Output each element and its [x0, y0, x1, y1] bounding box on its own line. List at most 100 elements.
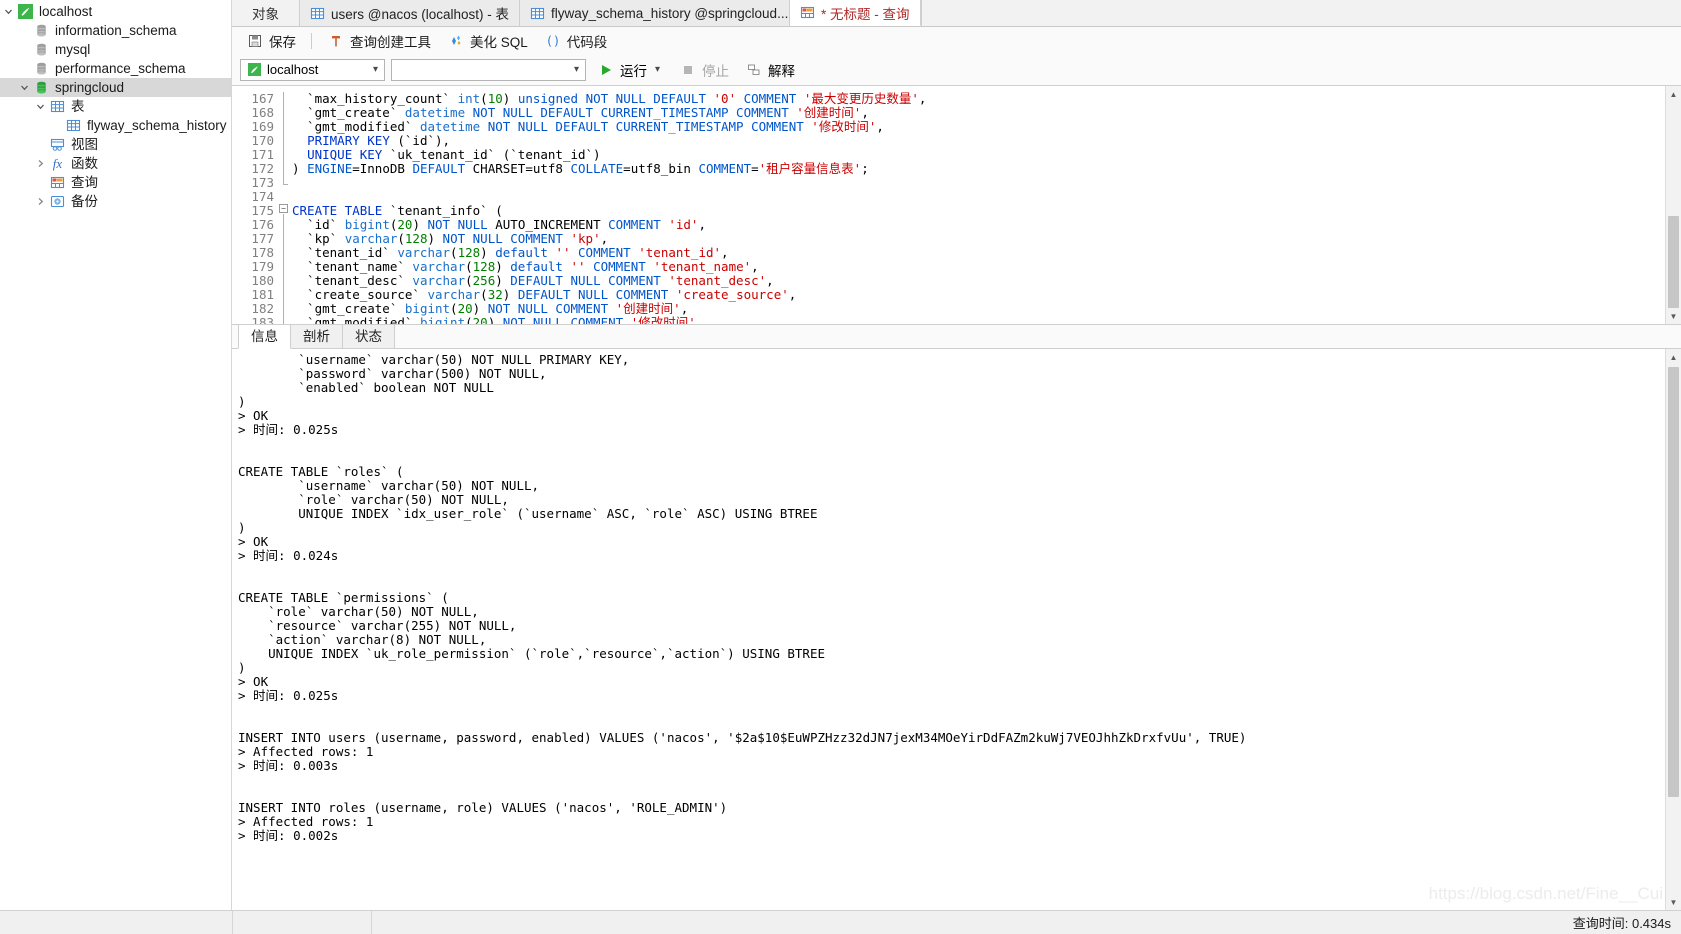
explain-button[interactable]: 解释	[740, 58, 800, 82]
editor-pane: 对象 users @nacos (localhost) - 表 flyway_sc…	[232, 0, 1681, 910]
connection-toolbar[interactable]: localhost ▾ ▾ 运行 ▾ 停止 解释	[232, 54, 1681, 86]
scroll-up-arrow-icon[interactable]: ▲	[1666, 86, 1681, 102]
chevron-down-icon[interactable]	[32, 97, 48, 116]
tree-item-label: springcloud	[55, 80, 125, 95]
sql-editor[interactable]: 167 168 169 170 171 172 173 174 175 176 177 178 179 1…	[232, 86, 1665, 324]
query-toolbar[interactable]: 保存 查询创建工具 美化 SQL () 代码段	[232, 27, 1681, 54]
results-tab[interactable]: 信息	[238, 322, 291, 349]
line-number: 172	[251, 161, 274, 176]
toolbar-separator	[311, 32, 312, 49]
query-icon	[798, 5, 816, 20]
tree-item-label: mysql	[55, 42, 91, 57]
database-tree[interactable]: localhost information_schemamysql performa…	[0, 2, 231, 211]
editor-vertical-scrollbar[interactable]: ▲ ▼	[1665, 86, 1681, 324]
tree-item-表[interactable]: 表	[0, 97, 231, 116]
tree-item-查询[interactable]: 查询	[0, 173, 231, 192]
run-button[interactable]: 运行 ▾	[592, 58, 668, 82]
document-tab[interactable]: * 无标题 - 查询	[790, 0, 921, 26]
line-number: 175	[251, 203, 274, 218]
line-number: 168	[251, 105, 274, 120]
line-number: 183	[251, 315, 274, 325]
code-line[interactable]: `gmt modified` bigint(20) NOT NULL COMME…	[292, 316, 1665, 325]
tree-item-performance_schema[interactable]: performance_schema	[0, 59, 231, 78]
code-line[interactable]: `gmt_create` bigint(20) NOT NULL COMMENT…	[292, 302, 1665, 316]
code-line[interactable]: `create_source` varchar(32) DEFAULT NULL…	[292, 288, 1665, 302]
message-log[interactable]: `username` varchar(50) NOT NULL PRIMARY …	[232, 349, 1665, 910]
line-number: 174	[251, 189, 274, 204]
object-tree-sidebar[interactable]: localhost information_schemamysql performa…	[0, 0, 232, 910]
results-tab[interactable]: 状态	[342, 322, 395, 348]
chevron-down-icon[interactable]: ▾	[370, 64, 381, 75]
code-line[interactable]: PRIMARY KEY (`id`),	[292, 134, 1665, 148]
document-tab[interactable]: flyway_schema_history @springcloud...	[520, 0, 791, 26]
line-number: 173	[251, 175, 274, 190]
tree-item-label: 查询	[71, 175, 98, 190]
log-scroll-up-arrow-icon[interactable]: ▲	[1666, 349, 1681, 365]
connection-value: localhost	[267, 62, 319, 77]
database-select[interactable]: ▾	[391, 58, 586, 81]
query-builder-label: 查询创建工具	[350, 34, 431, 50]
run-label: 运行	[620, 63, 647, 79]
tree-item-mysql[interactable]: mysql	[0, 40, 231, 59]
beautify-icon	[447, 34, 465, 48]
chevron-right-icon[interactable]	[32, 154, 48, 173]
stop-button[interactable]: 停止	[674, 58, 734, 82]
status-left-cell	[0, 911, 232, 934]
beautify-sql-button[interactable]: 美化 SQL	[441, 29, 534, 53]
tree-item-视图[interactable]: 视图	[0, 135, 231, 154]
code-line[interactable]: `tenant_name` varchar(128) default '' CO…	[292, 260, 1665, 274]
objects-tab[interactable]: 对象	[232, 0, 300, 26]
database-icon	[32, 61, 50, 76]
code-line[interactable]: UNIQUE KEY `uk_tenant_id` (`tenant_id`)	[292, 148, 1665, 162]
tree-item-flyway_schema_history[interactable]: flyway_schema_history	[0, 116, 231, 135]
chevron-down-icon[interactable]	[0, 2, 16, 21]
status-bar: 查询时间: 0.434s	[0, 910, 1681, 934]
tree-item-label: performance_schema	[55, 61, 186, 76]
log-scroll-down-arrow-icon[interactable]: ▼	[1666, 894, 1681, 910]
tree-item-localhost[interactable]: localhost	[0, 2, 231, 21]
code-line[interactable]: `tenant_desc` varchar(256) DEFAULT NULL …	[292, 274, 1665, 288]
connection-select[interactable]: localhost ▾	[240, 58, 385, 81]
log-scroll-thumb[interactable]	[1668, 367, 1679, 797]
log-area[interactable]: `username` varchar(50) NOT NULL PRIMARY …	[232, 349, 1681, 910]
code-line[interactable]: `max_history_count` int(10) unsigned NOT…	[292, 92, 1665, 106]
fold-toggle-icon[interactable]: −	[279, 204, 288, 213]
open-tabs[interactable]: users @nacos (localhost) - 表 flyway_schem…	[300, 0, 921, 26]
code-line[interactable]: `gmt_modified` datetime NOT NULL DEFAULT…	[292, 120, 1665, 134]
code-line[interactable]	[292, 190, 1665, 204]
code-line[interactable]: `kp` varchar(128) NOT NULL COMMENT 'kp',	[292, 232, 1665, 246]
code-line[interactable]: `tenant_id` varchar(128) default '' COMM…	[292, 246, 1665, 260]
tree-item-备份[interactable]: 备份	[0, 192, 231, 211]
code-fold-column[interactable]: −	[278, 86, 292, 324]
document-tabbar[interactable]: 对象 users @nacos (localhost) - 表 flyway_sc…	[232, 0, 1681, 27]
fold-end-marker	[283, 184, 288, 185]
code-line[interactable]: ) ENGINE=InnoDB DEFAULT CHARSET=utf8 COL…	[292, 162, 1665, 176]
chevron-right-icon[interactable]	[32, 192, 48, 211]
stop-label: 停止	[702, 63, 730, 79]
fold-guide-line-top	[283, 92, 284, 184]
document-tab[interactable]: users @nacos (localhost) - 表	[300, 0, 521, 26]
tree-item-函数[interactable]: fx 函数	[0, 154, 231, 173]
sql-editor-container[interactable]: 167 168 169 170 171 172 173 174 175 176 177 178 179 1…	[232, 86, 1681, 325]
results-tab[interactable]: 剖析	[290, 322, 343, 348]
run-dropdown-icon[interactable]: ▾	[652, 64, 663, 75]
tabbar-empty-space	[920, 0, 1681, 26]
results-tabbar[interactable]: 信息 剖析 状态	[232, 322, 1681, 349]
chevron-down-icon[interactable]	[16, 78, 32, 97]
log-vertical-scrollbar[interactable]: ▲ ▼	[1665, 349, 1681, 910]
query-builder-button[interactable]: 查询创建工具	[321, 29, 437, 53]
tree-item-information_schema[interactable]: information_schema	[0, 21, 231, 40]
code-line[interactable]: `id` bigint(20) NOT NULL AUTO_INCREMENT …	[292, 218, 1665, 232]
sql-code-text[interactable]: `max_history_count` int(10) unsigned NOT…	[292, 86, 1665, 325]
code-line[interactable]: CREATE TABLE `tenant_info` (	[292, 204, 1665, 218]
connection-icon	[245, 63, 263, 76]
scroll-down-arrow-icon[interactable]: ▼	[1666, 308, 1681, 324]
chevron-down-icon[interactable]: ▾	[571, 64, 582, 75]
line-number: 181	[251, 287, 274, 302]
code-snippet-button[interactable]: () 代码段	[538, 29, 614, 53]
tree-item-springcloud[interactable]: springcloud	[0, 78, 231, 97]
code-line[interactable]	[292, 176, 1665, 190]
play-icon	[597, 63, 615, 77]
save-button[interactable]: 保存	[240, 29, 302, 53]
code-line[interactable]: `gmt_create` datetime NOT NULL DEFAULT C…	[292, 106, 1665, 120]
